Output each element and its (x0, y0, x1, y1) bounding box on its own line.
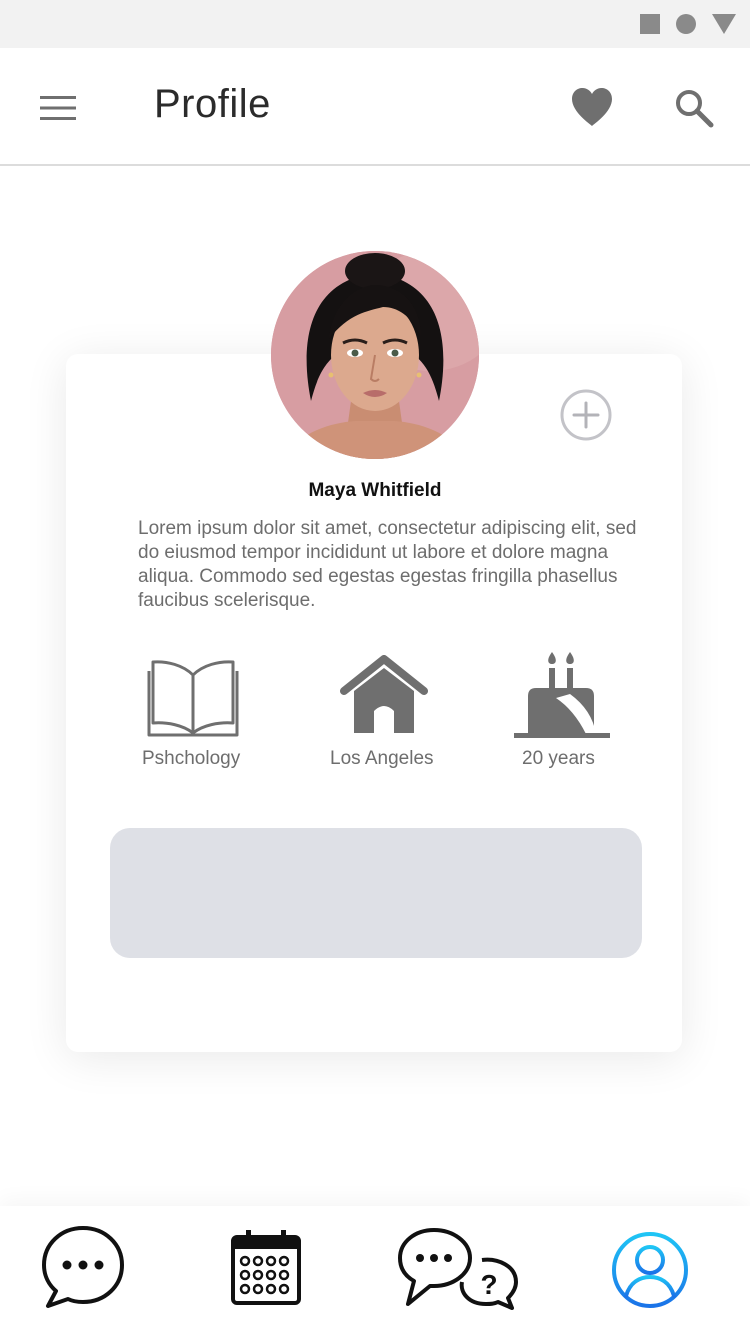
avatar (271, 251, 479, 459)
status-bar (0, 0, 750, 48)
detail-location-label: Los Angeles (330, 748, 434, 769)
user-name: Maya Whitfield (308, 480, 442, 501)
search-icon[interactable] (674, 88, 714, 128)
calendar-icon[interactable] (230, 1228, 302, 1306)
page-title: Profile (154, 82, 271, 126)
home-icon (340, 655, 428, 733)
square-icon (640, 14, 660, 34)
chat-bubble-icon[interactable] (40, 1224, 126, 1310)
add-circle-icon[interactable] (558, 387, 614, 443)
action-button[interactable] (110, 828, 642, 958)
heart-icon[interactable] (570, 86, 614, 128)
user-profile-icon[interactable] (610, 1230, 690, 1310)
svg-text:?: ? (480, 1269, 497, 1300)
triangle-icon (712, 14, 736, 34)
detail-major-label: Pshchology (142, 748, 241, 769)
birthday-cake-icon (514, 652, 610, 738)
profile-screen: Profile Maya Whitfield Lorem ipsum dolor… (0, 0, 750, 1334)
bottom-nav: ? (0, 1206, 750, 1334)
avatar-portrait (271, 251, 479, 459)
detail-age-label: 20 years (522, 748, 595, 769)
book-icon (147, 660, 239, 737)
circle-icon (676, 14, 696, 34)
faq-chat-icon[interactable]: ? (396, 1226, 522, 1310)
user-bio: Lorem ipsum dolor sit amet, consectetur … (138, 518, 637, 611)
app-bar: Profile (0, 48, 750, 166)
status-icons (640, 14, 736, 34)
hamburger-menu-icon[interactable] (40, 96, 76, 120)
